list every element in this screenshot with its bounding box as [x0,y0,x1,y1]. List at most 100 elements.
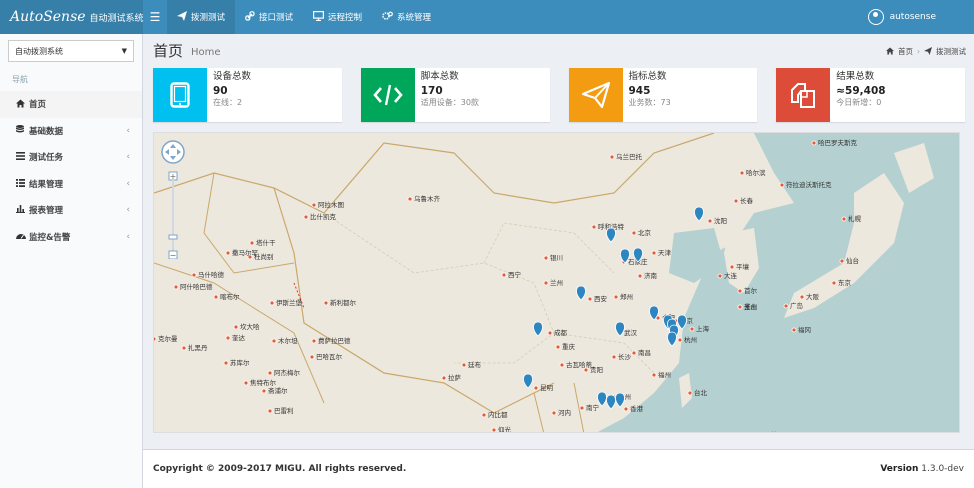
device-location-marker[interactable] [523,373,533,389]
map-city-label: 长春 [740,196,754,205]
map-city-label: 大连 [724,271,738,280]
list-icon [16,178,29,189]
topnav-item-api-test[interactable]: 接口测试 [235,0,303,34]
map-city-label: 仙台 [846,256,859,265]
device-map[interactable]: 乌鲁木齐 阿拉木图 比什凯克 塔什干 撒马尔罕 杜尚别 马什哈德 阿什哈巴德 喀布尔 伊斯兰堡 新利… [153,132,960,433]
chevron-left-icon: ‹ [126,125,130,136]
map-city-dot [543,255,549,261]
device-location-marker[interactable] [694,206,704,222]
map-city-label: 苏库尔 [230,358,250,367]
map-zoom-controls: + − [160,139,186,262]
map-city-dot [269,300,275,306]
map-city-label: 福冈 [798,325,811,334]
map-canvas[interactable]: 乌鲁木齐阿拉木图比什凯克塔什干撒马尔罕杜尚别马什哈德阿什哈巴德喀布尔伊斯兰堡 新利… [154,133,960,433]
map-city-dot [799,294,805,300]
gears-icon [382,11,393,24]
map-city-label: 塔什干 [256,238,276,247]
map-city-label: 扎黑丹 [188,343,208,352]
map-city-dot [839,258,845,264]
map-city-label: 河内 [558,408,571,417]
stat-label: 设备总数 [213,71,252,82]
map-city-dot [225,335,231,341]
dashboard-icon [16,232,29,241]
map-city-label: 拉萨 [448,373,462,382]
map-city-label: 木尔坦 [278,336,298,345]
device-location-marker[interactable] [576,285,586,301]
map-city-dot [737,304,743,310]
topnav-item-remote[interactable]: 远程控制 [303,0,372,34]
map-city-dot [791,327,797,333]
topnav-label: 系统管理 [397,13,432,23]
map-city-dot [717,273,723,279]
sidebar-item-reports[interactable]: 报表管理 ‹ [0,197,142,224]
device-location-marker[interactable] [533,321,543,337]
brand[interactable]: AutoSense 自动测试系统 [0,0,144,34]
user-menu[interactable]: autosense [867,9,936,25]
map-city-label: 马什哈德 [198,270,225,279]
sidebar-item-home[interactable]: 首页 [0,91,142,118]
map-city-dot [191,272,197,278]
main-content: 首页 Home 首页 › 拨测测试 设备总数 90 在线：2 脚本总数 170 … [143,34,974,449]
device-location-marker[interactable] [606,394,616,410]
page-header: 首页 Home [143,34,974,66]
map-city-label: 济南 [644,271,658,280]
map-city-label: 古瓦哈蒂 [566,360,593,369]
stat-sub: 适用设备：30款 [420,97,479,107]
map-city-dot [579,405,585,411]
map-city-dot [637,273,643,279]
sidebar-item-label: 结果管理 [29,179,64,190]
code-icon [360,68,415,122]
map-city-label: 费萨拉巴德 [318,336,351,345]
map-city-label: 南宁 [586,403,600,412]
map-city-dot [501,272,507,278]
map-city-dot [441,375,447,381]
version-label: Version [880,464,919,474]
map-city-dot [267,408,273,414]
map-city-dot [154,336,157,342]
map-city-dot [559,362,565,368]
breadcrumb-current: 拨测测试 [936,47,966,56]
map-city-dot [461,362,467,368]
map-city-dot [309,354,315,360]
map-city-label: 天津 [658,249,672,257]
stat-box-scripts: 脚本总数 170 适用设备：30款 [360,68,550,122]
map-city-dot [243,380,249,386]
map-city-dot [841,216,847,222]
stat-box-indicators: 指标总数 945 业务数：73 [568,68,758,122]
user-name: autosense [889,12,936,22]
zoom-in-label: + [170,172,177,181]
map-city-label: 巴雷利 [274,406,294,415]
device-location-marker[interactable] [615,392,625,408]
map-city-label: 克尔曼 [158,334,178,343]
topnav-item-system[interactable]: 系统管理 [372,0,441,34]
topnav-item-bocetest[interactable]: 拨测测试 [167,0,236,34]
home-icon [16,99,29,110]
map-city-dot [783,303,789,309]
sidebar-item-results[interactable]: 结果管理 ‹ [0,171,142,198]
sidebar-item-label: 首页 [29,100,47,111]
map-city-label: 广岛 [790,301,803,310]
sidebar-toggle-icon[interactable]: ☰ [143,10,167,24]
map-city-dot [689,326,695,332]
stat-value: ≈59,408 [836,84,886,97]
map-city-label: 西宁 [508,270,522,279]
map-city-label: 杭州 [684,335,697,344]
breadcrumb: 首页 › 拨测测试 [886,46,966,57]
sidebar-item-basedata[interactable]: 基础数据 ‹ [0,118,142,145]
map-city-dot [707,218,713,224]
sidebar-item-tasks[interactable]: 测试任务 ‹ [0,144,142,171]
device-location-marker[interactable] [667,331,677,347]
device-location-marker[interactable] [606,227,616,243]
map-city-dot [555,344,561,350]
map-pan-zoom-icon[interactable]: + − [160,139,186,260]
stat-value: 170 [420,84,443,97]
breadcrumb-home[interactable]: 首页 [898,46,913,57]
monitor-icon [313,10,325,24]
map-city-label: 台北 [694,388,708,397]
send-icon [924,46,932,57]
stat-boxes: 设备总数 90 在线：2 脚本总数 170 适用设备：30款 指标总数 945 … [153,68,965,122]
map-city-dot [831,280,837,286]
sidebar-item-monitor[interactable]: 监控&告警 ‹ [0,224,142,251]
copyright: Copyright © 2009-2017 MIGU. All rights r… [153,464,407,474]
system-select[interactable]: 自动拨测系统 ▼ [8,40,134,62]
